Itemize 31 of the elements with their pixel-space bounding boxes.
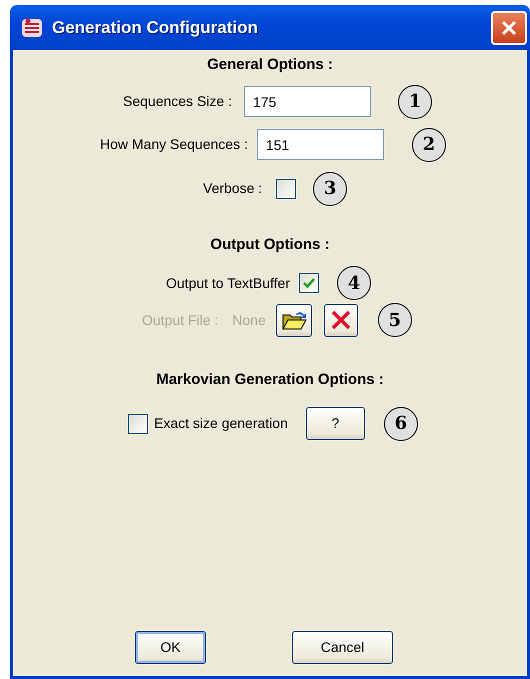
close-icon [330,309,352,331]
step-marker: 5 [378,303,412,337]
checkbox-label: Verbose : [203,179,262,198]
step-marker: 6 [384,406,418,440]
checkbox-label: Exact size generation [154,414,288,433]
text-field[interactable]: 175 [244,86,371,117]
file-value: None [232,310,266,330]
file-label: Output File : [142,310,218,330]
dialog-button[interactable]: Cancel [292,631,393,664]
step-marker: 4 [337,266,372,300]
section-heading: General Options : [207,55,333,75]
checkbox[interactable] [276,178,296,198]
open-folder-button[interactable] [276,304,312,336]
step-marker: 2 [412,128,446,162]
clear-button[interactable] [324,304,358,336]
close-button[interactable] [491,10,527,44]
field-label: Sequences Size : [123,92,232,111]
section-heading: Output Options : [210,234,330,254]
window-title: Generation Configuration [52,16,259,39]
field-label: How Many Sequences : [100,135,248,154]
dialog-button[interactable]: OK [135,631,206,664]
step-marker: 3 [313,172,348,206]
check-icon [302,276,316,290]
section-heading: Markovian Generation Options : [156,370,384,390]
text-field[interactable]: 151 [256,129,384,160]
checkbox-label: Output to TextBuffer [166,274,290,293]
app-icon [20,16,44,40]
checkbox[interactable] [299,273,320,293]
checkbox[interactable] [128,414,148,434]
help-button[interactable]: ? [306,407,365,440]
step-marker: 1 [398,84,432,118]
